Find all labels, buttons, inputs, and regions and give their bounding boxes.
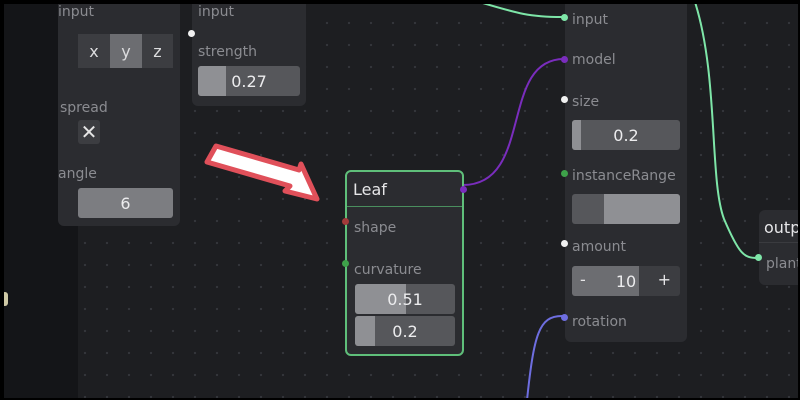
input-port-label: input <box>572 12 609 28</box>
leaf-node[interactable]: Leaf shape curvature 0.51 0.2 <box>342 170 467 356</box>
model-label: model <box>572 52 616 68</box>
spread-checkbox[interactable]: ✕ <box>78 120 100 144</box>
curvature-slider-2[interactable]: 0.2 <box>355 316 455 346</box>
increment-button[interactable]: + <box>658 270 671 289</box>
instance-node[interactable]: input model size 0.2 instanceRange amoun… <box>561 4 687 342</box>
amount-port-dot[interactable] <box>561 240 568 247</box>
node-title: Leaf <box>353 180 387 199</box>
amount-label: amount <box>572 239 627 255</box>
pointer-arrow-icon <box>204 143 320 202</box>
plant-port-dot[interactable] <box>755 254 762 261</box>
strength-slider[interactable]: 0.27 <box>198 66 300 96</box>
shape-label: shape <box>354 220 397 236</box>
input-port-dot[interactable] <box>561 14 568 21</box>
instance-range-fill <box>604 194 680 224</box>
axis-option-z[interactable]: z <box>142 34 173 68</box>
wire-to-plant <box>694 4 758 259</box>
node-title: outp <box>764 218 800 237</box>
shape-port-dot[interactable] <box>342 218 349 225</box>
angle-label: angle <box>58 166 97 182</box>
input-port-label: input <box>198 4 235 20</box>
curvature-value-1: 0.51 <box>387 289 423 309</box>
window-frame: input x y z spread ✕ angle 6 input stren… <box>0 0 800 400</box>
axis-option-x[interactable]: x <box>78 34 110 68</box>
angle-input[interactable]: 6 <box>78 188 173 218</box>
instance-range-slider[interactable] <box>572 194 680 224</box>
axis-option-y[interactable]: y <box>110 34 142 68</box>
amount-stepper[interactable]: - 10 + <box>572 266 680 296</box>
output-node[interactable]: outp plant <box>755 210 800 285</box>
size-port-dot[interactable] <box>561 96 568 103</box>
spread-label: spread <box>60 100 108 116</box>
close-icon: ✕ <box>80 120 98 144</box>
axis-label-y: y <box>121 41 131 61</box>
strength-node[interactable]: input strength 0.27 <box>188 4 306 106</box>
title-divider <box>759 242 798 243</box>
curvature-value-2: 0.2 <box>392 321 418 341</box>
wire-leaf-to-model <box>462 58 565 186</box>
model-port-dot[interactable] <box>561 56 568 63</box>
size-label: size <box>572 94 600 110</box>
rotation-label: rotation <box>572 314 627 330</box>
input-port-dot[interactable] <box>188 30 195 37</box>
instance-range-port-dot[interactable] <box>561 170 568 177</box>
plant-label: plant <box>766 256 800 272</box>
size-slider[interactable]: 0.2 <box>572 120 680 150</box>
curvature-label: curvature <box>354 262 422 278</box>
curvature-port-dot[interactable] <box>342 260 349 267</box>
input-port-label: input <box>58 4 95 20</box>
size-value: 0.2 <box>613 125 639 145</box>
axis-label-z: z <box>153 41 162 61</box>
strength-value: 0.27 <box>231 71 267 91</box>
curvature-slider-1[interactable]: 0.51 <box>355 284 455 314</box>
rotation-port-dot[interactable] <box>561 314 568 321</box>
node-canvas[interactable]: input x y z spread ✕ angle 6 input stren… <box>4 4 800 398</box>
axis-label-x: x <box>89 41 99 61</box>
wire-to-rotation <box>526 315 563 398</box>
wire-to-instance-input <box>482 4 563 18</box>
output-port-dot[interactable] <box>460 186 467 193</box>
angle-value: 6 <box>120 193 131 213</box>
strength-label: strength <box>198 44 257 60</box>
title-divider <box>347 206 462 207</box>
instance-range-label: instanceRange <box>572 168 676 184</box>
transform-node[interactable]: input x y z spread ✕ angle 6 <box>58 4 180 226</box>
